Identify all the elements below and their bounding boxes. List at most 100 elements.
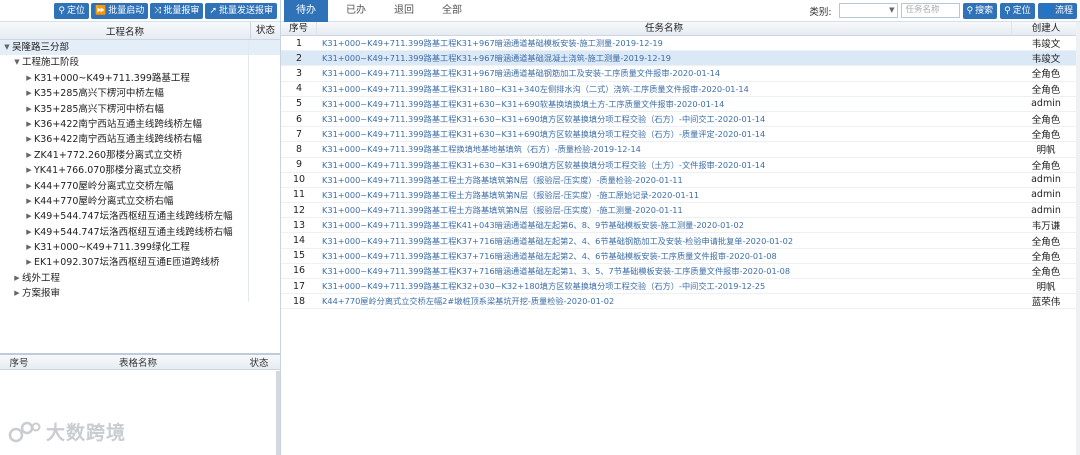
locate-task-button[interactable]: ⚲ 定位	[1000, 2, 1035, 19]
task-name-link[interactable]: K31+000~K49+711.399路基工程K31+967暗涵通道基础混凝土浇…	[317, 52, 1012, 64]
tree-node-label: K49+544.747坛洛西枢纽互通主线跨线桥左幅	[34, 211, 233, 223]
tree-node-status	[248, 286, 280, 302]
row-number: 5	[295, 98, 303, 110]
tree-header: 工程名称 状态	[0, 22, 280, 40]
task-name-link[interactable]: K31+000~K49+711.399路基工程K31+630~K31+690填方…	[317, 113, 1012, 125]
row-number: 1	[295, 37, 303, 49]
task-name-link[interactable]: K31+000~K49+711.399路基工程K37+716暗涵通道基础左起第2…	[317, 250, 1012, 262]
tree-node[interactable]: ▶ K44+770屋岭分离式立交桥右幅	[0, 193, 280, 210]
task-name-link[interactable]: K31+000~K49+711.399路基工程K37+716暗涵通道基础左起第1…	[317, 265, 1012, 277]
tree-node[interactable]: ▶ K31+000~K49+711.399路基工程	[0, 70, 280, 87]
table-row[interactable]: 18 K44+770屋岭分离式立交桥左幅2#墩桩顶系梁基坑开挖-质量检验-2020…	[281, 294, 1080, 310]
batch-review-button[interactable]: ⤨ 批量报审	[150, 2, 204, 19]
expand-right-icon[interactable]: ▶	[12, 286, 22, 301]
table-row[interactable]: 13 K31+000~K49+711.399路基工程K41+043暗涵通道基础左起…	[281, 218, 1080, 234]
expand-right-icon[interactable]: ▶	[24, 117, 34, 132]
table-row[interactable]: 15 K31+000~K49+711.399路基工程K37+716暗涵通道基础左起…	[281, 249, 1080, 264]
task-name-link[interactable]: K31+000~K49+711.399路基工程K31+967暗涵通道基础模板安装…	[317, 37, 1012, 49]
task-name-link[interactable]: K31+000~K49+711.399路基工程K31+630~K31+690软基…	[317, 98, 1012, 110]
watermark-logo-icon	[8, 421, 41, 442]
tree-node[interactable]: ▶ YK41+766.070那楼分离式立交桥	[0, 163, 280, 179]
expand-down-icon[interactable]: ▼	[12, 55, 22, 70]
tree-node[interactable]: ▼ 吴隆路三分部	[0, 40, 280, 56]
table-row[interactable]: 10 K31+000~K49+711.399路基工程土方路基填筑第N层（报验层-压…	[281, 173, 1080, 188]
task-name-link[interactable]: K31+000~K49+711.399路基工程土方路基填筑第N层（报验层-压实度…	[317, 174, 1012, 186]
task-name-link[interactable]: K31+000~K49+711.399路基工程土方路基填筑第N层（报验层-压实度…	[317, 189, 1012, 201]
tree-node[interactable]: ▶ 方案报审	[0, 286, 280, 302]
expand-right-icon[interactable]: ▶	[24, 209, 34, 224]
expand-right-icon[interactable]: ▶	[24, 179, 34, 194]
row-creator: admin	[1031, 189, 1061, 201]
expand-right-icon[interactable]: ▶	[24, 194, 34, 209]
table-row[interactable]: 6 K31+000~K49+711.399路基工程K31+630~K31+690填…	[281, 112, 1080, 128]
table-row[interactable]: 16 K31+000~K49+711.399路基工程K37+716暗涵通道基础左起…	[281, 264, 1080, 279]
expand-right-icon[interactable]: ▶	[24, 255, 34, 270]
expand-right-icon[interactable]: ▶	[24, 71, 34, 86]
task-name-link[interactable]: K31+000~K49+711.399路基工程换填地基地基填筑（石方）-质量检验…	[317, 143, 1012, 155]
batch-start-button[interactable]: ⏩ 批量启动	[90, 2, 149, 19]
tree-node[interactable]: ▶ 线外工程	[0, 270, 280, 287]
table-row[interactable]: 1 K31+000~K49+711.399路基工程K31+967暗涵通道基础模板安…	[281, 36, 1080, 52]
task-name-link[interactable]: K31+000~K49+711.399路基工程K31+180~K31+340左侧…	[317, 83, 1012, 95]
task-name-input[interactable]: 任务名称	[900, 3, 960, 18]
search-button[interactable]: ⚲ 搜索	[962, 2, 998, 19]
row-creator: admin	[1031, 174, 1061, 186]
task-name-link[interactable]: K31+000~K49+711.399路基工程K41+043暗涵通道基础左起第6…	[317, 219, 1012, 231]
task-name-link[interactable]: K31+000~K49+711.399路基工程K31+630~K31+690填方…	[317, 128, 1012, 140]
tree-node[interactable]: ▶ K36+422南宁西站互通主线跨线桥右幅	[0, 132, 280, 148]
table-row[interactable]: 12 K31+000~K49+711.399路基工程土方路基填筑第N层（报验层-压…	[281, 203, 1080, 219]
task-name-link[interactable]: K31+000~K49+711.399路基工程土方路基填筑第N层（报验层-压实度…	[317, 204, 1012, 216]
tab-all[interactable]: 全部	[432, 0, 472, 22]
task-name-link[interactable]: K31+000~K49+711.399路基工程K37+716暗涵通道基础左起第2…	[317, 235, 1012, 247]
tree-node[interactable]: ▼ 工程施工阶段	[0, 55, 280, 71]
table-row[interactable]: 8 K31+000~K49+711.399路基工程换填地基地基填筑（石方）-质量检…	[281, 142, 1080, 158]
task-name-link[interactable]: K44+770屋岭分离式立交桥左幅2#墩桩顶系梁基坑开挖-质量检验-2020-0…	[317, 295, 1012, 307]
task-name-link[interactable]: K31+000~K49+711.399路基工程K31+630~K31+690填方…	[317, 159, 1012, 171]
expand-right-icon[interactable]: ▶	[24, 132, 34, 147]
tree-node[interactable]: ▶ K49+544.747坛洛西枢纽互通主线跨线桥右幅	[0, 224, 280, 241]
expand-right-icon[interactable]: ▶	[24, 102, 34, 117]
table-row[interactable]: 7 K31+000~K49+711.399路基工程K31+630~K31+690填…	[281, 127, 1080, 143]
expand-right-icon[interactable]: ▶	[24, 240, 34, 255]
expand-right-icon[interactable]: ▶	[24, 225, 34, 240]
table-row[interactable]: 2 K31+000~K49+711.399路基工程K31+967暗涵通道基础混凝土…	[281, 51, 1080, 67]
task-name-link[interactable]: K31+000~K49+711.399路基工程K31+967暗涵通道基础钢筋加工…	[317, 67, 1012, 79]
tree-node-label: 线外工程	[22, 272, 61, 284]
tree-node[interactable]: ▶ EK1+092.307坛洛西枢纽互通E匝道跨线桥	[0, 255, 280, 271]
table-row[interactable]: 3 K31+000~K49+711.399路基工程K31+967暗涵通道基础钢筋加…	[281, 66, 1080, 82]
tab-done[interactable]: 已办	[336, 0, 376, 22]
tree-node[interactable]: ▶ K44+770屋岭分离式立交桥左幅	[0, 178, 280, 194]
tree-node[interactable]: ▶ ZK41+772.260那楼分离式立交桥	[0, 147, 280, 164]
tab-returned[interactable]: 退回	[384, 0, 424, 22]
table-row[interactable]: 5 K31+000~K49+711.399路基工程K31+630~K31+690软…	[281, 97, 1080, 112]
batch-send-review-button[interactable]: ➚ 批量发送报审	[205, 2, 277, 19]
tree-node[interactable]: ▶ K31+000~K49+711.399绿化工程	[0, 240, 280, 256]
locate-button[interactable]: ⚲ 定位	[54, 2, 89, 19]
tree-node-label: EK1+092.307坛洛西枢纽互通E匝道跨线桥	[34, 257, 220, 269]
table-row[interactable]: 14 K31+000~K49+711.399路基工程K37+716暗涵通道基础左起…	[281, 233, 1080, 249]
tree-node[interactable]: ▶ K49+544.747坛洛西枢纽互通主线跨线桥左幅	[0, 209, 280, 225]
tree-node[interactable]: ▶ K35+285高兴下楞河中桥右幅	[0, 101, 280, 117]
expand-down-icon[interactable]: ▼	[2, 40, 12, 55]
table-row[interactable]: 9 K31+000~K49+711.399路基工程K31+630~K31+690填…	[281, 158, 1080, 173]
category-select[interactable]: ▼	[838, 3, 898, 18]
table-row[interactable]: 4 K31+000~K49+711.399路基工程K31+180~K31+340左…	[281, 82, 1080, 97]
expand-right-icon[interactable]: ▶	[24, 148, 34, 163]
tree-header-status: 状态	[250, 22, 280, 39]
task-grid-header: 序号 任务名称 创建人	[281, 22, 1080, 36]
tab-todo[interactable]: 待办	[284, 0, 328, 22]
task-name-link[interactable]: K31+000~K49+711.399路基工程K32+030~K32+180填方…	[317, 280, 1012, 292]
table-row[interactable]: 17 K31+000~K49+711.399路基工程K32+030~K32+180…	[281, 279, 1080, 295]
expand-right-icon[interactable]: ▶	[24, 163, 34, 178]
watermark: 大数跨境	[8, 418, 126, 445]
tree-node[interactable]: ▶ K36+422南宁西站互通主线跨线桥左幅	[0, 116, 280, 133]
right-panel: 待办 已办 退回 全部 类别: ▼ 任务名称 ⚲ 搜索 ⚲ 定位 👤 流程 序号 任务…	[281, 0, 1080, 455]
row-number: 7	[295, 128, 303, 140]
form-table-scrollbar[interactable]	[276, 371, 280, 455]
table-row[interactable]: 11 K31+000~K49+711.399路基工程土方路基填筑第N层（报验层-压…	[281, 188, 1080, 204]
expand-right-icon[interactable]: ▶	[12, 271, 22, 286]
task-grid-scrollbar[interactable]	[1076, 22, 1080, 455]
expand-right-icon[interactable]: ▶	[24, 86, 34, 101]
tree-node[interactable]: ▶ K35+285高兴下楞河中桥左幅	[0, 86, 280, 102]
flow-button[interactable]: 👤 流程	[1037, 2, 1077, 19]
